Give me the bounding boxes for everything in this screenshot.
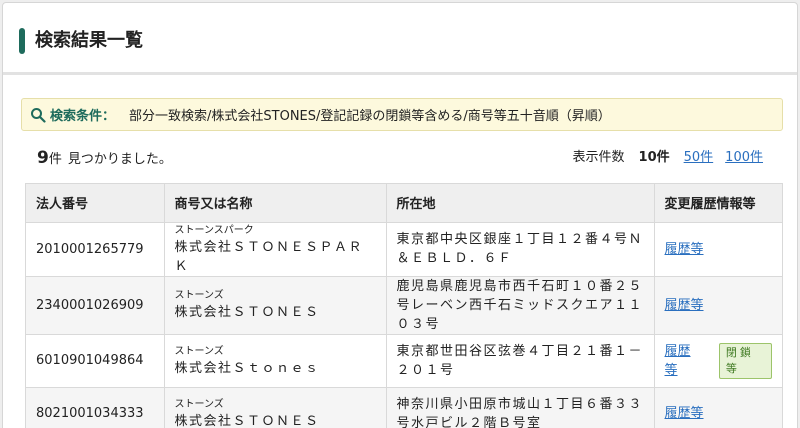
history-cell: 履歴等 xyxy=(654,276,782,335)
company-name-cell: ストーンズ 株式会社Ｓｔｏｎｅｓ xyxy=(164,334,387,388)
history-link[interactable]: 履歴等 xyxy=(665,242,704,257)
per-page-label: 表示件数 xyxy=(572,150,625,165)
history-cell: 履歴等 xyxy=(654,222,782,277)
address: 東京都世田谷区弦巻４丁目２１番１－２０１号 xyxy=(386,334,655,388)
company-name: 株式会社ＳＴＯＮＥＳＰＡＲＫ xyxy=(174,239,364,274)
title-accent-bar xyxy=(19,28,25,54)
search-conditions-box: 検索条件： 部分一致検索/株式会社STONES/登記記録の閉鎖等含める/商号等五… xyxy=(21,98,783,131)
company-name-kana: ストーンズ xyxy=(174,345,224,357)
history-cell: 履歴等 閉鎖等 xyxy=(654,334,782,388)
closed-status-badge: 閉鎖等 xyxy=(718,342,772,379)
result-count-suffix: 見つかりました。 xyxy=(67,152,172,167)
results-table-container: 法人番号 商号又は名称 所在地 変更履歴情報等 2010001265779 スト… xyxy=(25,183,783,428)
company-name-kana: ストーンスパーク xyxy=(174,224,254,236)
company-name: 株式会社ＳＴＯＮＥＳ xyxy=(174,305,320,320)
corporate-number: 6010901049864 xyxy=(26,334,165,388)
column-header-name: 商号又は名称 xyxy=(164,184,387,223)
per-page-option-50[interactable]: 50件 xyxy=(684,148,714,168)
search-conditions-text: 部分一致検索/株式会社STONES/登記記録の閉鎖等含める/商号等五十音順（昇順… xyxy=(129,109,611,124)
search-conditions-label: 検索条件： xyxy=(50,109,116,124)
table-header-row: 法人番号 商号又は名称 所在地 変更履歴情報等 xyxy=(26,184,782,223)
table-row: 2340001026909 ストーンズ 株式会社ＳＴＯＮＥＳ 鹿児島県鹿児島市西… xyxy=(26,276,782,335)
result-count-number: 9 xyxy=(37,148,49,168)
column-header-address: 所在地 xyxy=(386,184,655,223)
per-page-current: 10件 xyxy=(638,150,670,165)
per-page-selector: 表示件数 10件 50件 100件 xyxy=(573,148,763,168)
page-title: 検索結果一覧 xyxy=(35,30,143,51)
result-count: 9 件 見つかりました。 xyxy=(37,148,172,170)
table-row: 8021001034333 ストーンズ 株式会社ＳＴＯＮＥＳ 神奈川県小田原市城… xyxy=(26,387,782,428)
history-cell: 履歴等 xyxy=(654,387,782,428)
company-name-cell: ストーンズ 株式会社ＳＴＯＮＥＳ xyxy=(164,276,387,335)
address: 鹿児島県鹿児島市西千石町１０番２５号レーベン西千石ミッドスクエア１１０３号 xyxy=(386,276,655,335)
history-link[interactable]: 履歴等 xyxy=(665,342,701,380)
company-name-cell: ストーンスパーク 株式会社ＳＴＯＮＥＳＰＡＲＫ xyxy=(164,222,387,277)
search-icon xyxy=(31,107,46,123)
per-page-option-100[interactable]: 100件 xyxy=(725,148,763,168)
history-link[interactable]: 履歴等 xyxy=(665,406,704,421)
results-table: 法人番号 商号又は名称 所在地 変更履歴情報等 2010001265779 スト… xyxy=(26,184,782,428)
corporate-number: 8021001034333 xyxy=(26,387,165,428)
column-header-number: 法人番号 xyxy=(26,184,165,223)
company-name-kana: ストーンズ xyxy=(174,398,224,410)
page-header: 検索結果一覧 xyxy=(3,3,797,75)
company-name: 株式会社ＳＴＯＮＥＳ xyxy=(174,413,320,428)
corporate-number: 2340001026909 xyxy=(26,276,165,335)
company-name-kana: ストーンズ xyxy=(174,290,224,301)
results-panel: 検索結果一覧 検索条件： 部分一致検索/株式会社STONES/登記記録の閉鎖等含… xyxy=(2,2,798,428)
address: 神奈川県小田原市城山１丁目６番３３号水戸ビル２階Ｂ号室 xyxy=(386,387,655,428)
company-name: 株式会社Ｓｔｏｎｅｓ xyxy=(174,360,320,376)
table-row: 6010901049864 ストーンズ 株式会社Ｓｔｏｎｅｓ 東京都世田谷区弦巻… xyxy=(26,334,782,388)
company-name-cell: ストーンズ 株式会社ＳＴＯＮＥＳ xyxy=(164,387,387,428)
result-count-unit: 件 xyxy=(48,152,62,167)
address: 東京都中央区銀座１丁目１２番４号Ｎ＆ＥＢＬＤ．６Ｆ xyxy=(386,222,655,277)
history-link[interactable]: 履歴等 xyxy=(665,298,704,313)
column-header-history: 変更履歴情報等 xyxy=(654,184,782,223)
table-row: 2010001265779 ストーンスパーク 株式会社ＳＴＯＮＥＳＰＡＲＫ 東京… xyxy=(26,222,782,277)
corporate-number: 2010001265779 xyxy=(26,222,165,277)
